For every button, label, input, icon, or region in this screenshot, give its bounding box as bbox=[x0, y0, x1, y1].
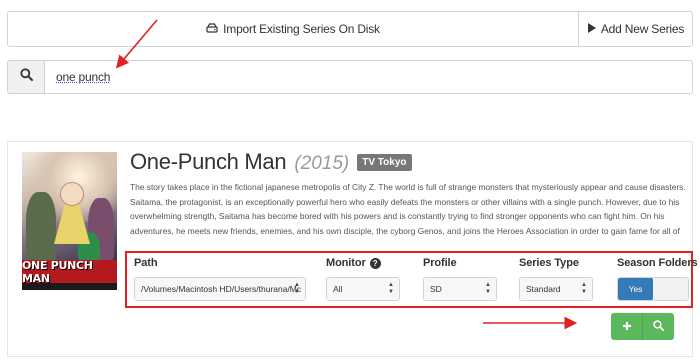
series-title: One-Punch Man bbox=[130, 149, 287, 174]
plus-icon bbox=[622, 318, 632, 336]
result-action-buttons bbox=[611, 313, 674, 340]
monitor-select-value: All bbox=[333, 284, 343, 294]
play-icon bbox=[587, 22, 596, 36]
series-poster[interactable]: ONE PUNCH MAN bbox=[22, 152, 117, 290]
poster-title-text: ONE PUNCH MAN bbox=[22, 259, 93, 285]
profile-select-value: SD bbox=[430, 284, 442, 294]
search-icon bbox=[19, 68, 33, 86]
monitor-label: Monitor? bbox=[326, 257, 381, 269]
series-year: (2015) bbox=[294, 153, 350, 174]
profile-label: Profile bbox=[423, 257, 457, 269]
select-arrows-icon: ▲ ▼ bbox=[294, 282, 300, 295]
add-series-options: Path /Volumes/Macintosh HD/Users/thurana… bbox=[125, 251, 698, 308]
import-existing-series-button[interactable]: Import Existing Series On Disk bbox=[8, 12, 579, 46]
top-toolbar: Import Existing Series On Disk Add New S… bbox=[7, 11, 693, 47]
path-label: Path bbox=[134, 257, 158, 269]
search-result-card: ONE PUNCH MAN One-Punch Man (2015) TV To… bbox=[7, 141, 698, 357]
season-folders-label: Season Folders bbox=[617, 257, 698, 269]
select-arrows-icon: ▲ ▼ bbox=[485, 282, 491, 295]
series-overview: The story takes place in the fictional j… bbox=[130, 182, 686, 236]
series-type-select-value: Standard bbox=[526, 284, 561, 294]
import-existing-series-label: Import Existing Series On Disk bbox=[223, 22, 380, 36]
path-select[interactable]: /Volumes/Macintosh HD/Users/thurana/Mc ▲… bbox=[134, 277, 306, 301]
season-folders-toggle-on: Yes bbox=[618, 278, 653, 300]
series-search-bar bbox=[7, 60, 693, 94]
series-heading: One-Punch Man (2015) TV Tokyo bbox=[130, 149, 412, 175]
search-input[interactable] bbox=[45, 61, 692, 93]
add-series-button[interactable] bbox=[611, 313, 643, 340]
select-arrows-icon: ▲ ▼ bbox=[388, 282, 394, 295]
series-type-label: Series Type bbox=[519, 257, 579, 269]
series-type-select[interactable]: Standard ▲ ▼ bbox=[519, 277, 593, 301]
question-circle-icon[interactable]: ? bbox=[369, 258, 381, 269]
hard-drive-icon bbox=[206, 22, 218, 36]
path-select-value: /Volumes/Macintosh HD/Users/thurana/Mc bbox=[141, 284, 302, 294]
add-and-search-button[interactable] bbox=[643, 313, 674, 340]
search-icon bbox=[653, 318, 664, 336]
season-folders-toggle[interactable]: Yes bbox=[617, 277, 689, 301]
search-addon bbox=[8, 61, 45, 93]
monitor-select[interactable]: All ▲ ▼ bbox=[326, 277, 400, 301]
add-new-series-label: Add New Series bbox=[600, 22, 685, 36]
select-arrows-icon: ▲ ▼ bbox=[581, 282, 587, 295]
add-new-series-button[interactable]: Add New Series bbox=[579, 12, 692, 46]
profile-select[interactable]: SD ▲ ▼ bbox=[423, 277, 497, 301]
network-badge: TV Tokyo bbox=[357, 154, 412, 171]
